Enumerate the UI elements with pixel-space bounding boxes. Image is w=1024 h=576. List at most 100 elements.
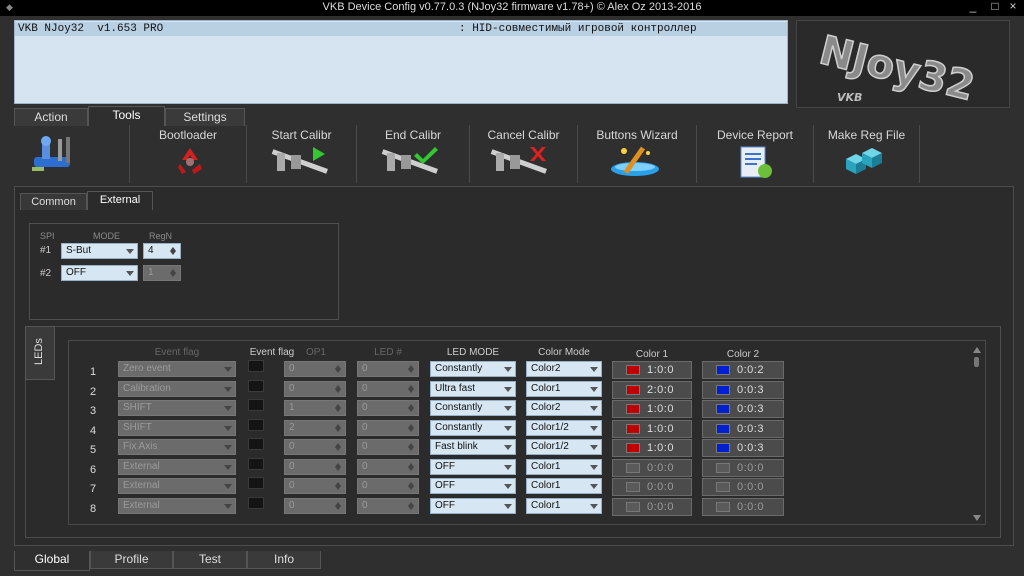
spin-down-icon[interactable]	[408, 447, 414, 451]
color-1-button[interactable]: 0:0:0	[612, 459, 692, 477]
led-op1-stepper[interactable]: 0	[284, 478, 346, 494]
device-list-item[interactable]: VKB NJoy32 v1.653 PRO : HID-совместимый …	[15, 22, 787, 36]
tab-common[interactable]: Common	[20, 193, 87, 210]
spin-down-icon[interactable]	[408, 506, 414, 510]
make-reg-file-button[interactable]: Make Reg File	[814, 125, 920, 183]
led-op1-stepper[interactable]: 0	[284, 439, 346, 455]
tab-settings[interactable]: Settings	[165, 108, 245, 126]
led-event-select[interactable]: External	[118, 498, 236, 514]
color-mode-select[interactable]: Color1/2	[526, 420, 602, 436]
joystick-tool-button[interactable]	[14, 125, 130, 183]
spin-down-icon[interactable]	[408, 467, 414, 471]
color-2-button[interactable]: 0:0:2	[702, 361, 784, 379]
spi-1-regn-stepper[interactable]: 4	[143, 243, 181, 259]
color-mode-select[interactable]: Color1	[526, 459, 602, 475]
color-mode-select[interactable]: Color2	[526, 400, 602, 416]
led-event-select[interactable]: External	[118, 478, 236, 494]
tab-leds[interactable]: LEDs	[25, 326, 55, 380]
spin-down-icon[interactable]	[335, 428, 341, 432]
color-1-button[interactable]: 1:0:0	[612, 439, 692, 457]
led-number-stepper[interactable]: 0	[357, 459, 419, 475]
spin-down-icon[interactable]	[335, 467, 341, 471]
color-2-button[interactable]: 0:0:3	[702, 439, 784, 457]
led-mode-select[interactable]: Constantly	[430, 420, 516, 436]
color-mode-select[interactable]: Color2	[526, 361, 602, 377]
color-2-button[interactable]: 0:0:0	[702, 498, 784, 516]
scroll-up-icon[interactable]	[973, 347, 981, 353]
color-2-button[interactable]: 0:0:3	[702, 420, 784, 438]
buttons-wizard-button[interactable]: Buttons Wizard	[578, 125, 697, 183]
spin-down-icon[interactable]	[335, 369, 341, 373]
color-mode-select[interactable]: Color1/2	[526, 439, 602, 455]
spin-down-icon[interactable]	[335, 506, 341, 510]
color-mode-select[interactable]: Color1	[526, 498, 602, 514]
scroll-thumb[interactable]	[974, 357, 979, 367]
color-1-button[interactable]: 0:0:0	[612, 478, 692, 496]
led-mode-select[interactable]: OFF	[430, 498, 516, 514]
spin-down-icon[interactable]	[335, 389, 341, 393]
tab-info[interactable]: Info	[247, 551, 321, 569]
spin-down-icon[interactable]	[335, 486, 341, 490]
end-calibr-button[interactable]: End Calibr	[357, 125, 470, 183]
led-event-flag-checkbox[interactable]	[248, 477, 264, 489]
led-event-select[interactable]: SHIFT	[118, 400, 236, 416]
led-scrollbar[interactable]	[971, 347, 983, 521]
led-number-stepper[interactable]: 0	[357, 381, 419, 397]
color-1-button[interactable]: 1:0:0	[612, 400, 692, 418]
tab-profile[interactable]: Profile	[90, 551, 173, 569]
led-number-stepper[interactable]: 0	[357, 439, 419, 455]
minimize-button[interactable]: _	[962, 0, 984, 14]
tab-tools[interactable]: Tools	[88, 106, 165, 126]
spin-down-icon[interactable]	[335, 447, 341, 451]
bootloader-button[interactable]: Bootloader	[130, 125, 247, 183]
led-mode-select[interactable]: Constantly	[430, 361, 516, 377]
color-mode-select[interactable]: Color1	[526, 381, 602, 397]
led-event-flag-checkbox[interactable]	[248, 399, 264, 411]
color-1-button[interactable]: 0:0:0	[612, 498, 692, 516]
led-number-stepper[interactable]: 0	[357, 498, 419, 514]
led-mode-select[interactable]: OFF	[430, 459, 516, 475]
color-2-button[interactable]: 0:0:3	[702, 400, 784, 418]
led-mode-select[interactable]: Fast blink	[430, 439, 516, 455]
spin-down-icon[interactable]	[170, 273, 176, 277]
device-list[interactable]: VKB NJoy32 v1.653 PRO : HID-совместимый …	[14, 20, 788, 104]
led-number-stepper[interactable]: 0	[357, 400, 419, 416]
led-event-flag-checkbox[interactable]	[248, 380, 264, 392]
led-number-stepper[interactable]: 0	[357, 420, 419, 436]
close-button[interactable]: ×	[1002, 0, 1024, 14]
color-1-button[interactable]: 1:0:0	[612, 361, 692, 379]
tab-action[interactable]: Action	[14, 108, 88, 126]
spin-down-icon[interactable]	[408, 369, 414, 373]
color-2-button[interactable]: 0:0:3	[702, 381, 784, 399]
tab-external[interactable]: External	[87, 191, 153, 210]
spin-down-icon[interactable]	[408, 486, 414, 490]
spin-down-icon[interactable]	[170, 251, 176, 255]
led-event-flag-checkbox[interactable]	[248, 497, 264, 509]
led-event-flag-checkbox[interactable]	[248, 419, 264, 431]
cancel-calibr-button[interactable]: Cancel Calibr	[470, 125, 578, 183]
color-2-button[interactable]: 0:0:0	[702, 478, 784, 496]
color-mode-select[interactable]: Color1	[526, 478, 602, 494]
led-event-flag-checkbox[interactable]	[248, 360, 264, 372]
led-mode-select[interactable]: OFF	[430, 478, 516, 494]
spi-1-mode-select[interactable]: S-But	[61, 243, 138, 259]
spi-2-regn-stepper[interactable]: 1	[143, 265, 181, 281]
led-op1-stepper[interactable]: 0	[284, 361, 346, 377]
led-op1-stepper[interactable]: 1	[284, 400, 346, 416]
led-event-select[interactable]: Zero event	[118, 361, 236, 377]
color-2-button[interactable]: 0:0:0	[702, 459, 784, 477]
led-mode-select[interactable]: Constantly	[430, 400, 516, 416]
tab-test[interactable]: Test	[173, 551, 247, 569]
device-report-button[interactable]: Device Report	[697, 125, 814, 183]
led-event-select[interactable]: Calibration	[118, 381, 236, 397]
led-event-flag-checkbox[interactable]	[248, 438, 264, 450]
spi-2-mode-select[interactable]: OFF	[61, 265, 138, 281]
led-event-select[interactable]: SHIFT	[118, 420, 236, 436]
color-1-button[interactable]: 2:0:0	[612, 381, 692, 399]
led-number-stepper[interactable]: 0	[357, 361, 419, 377]
led-op1-stepper[interactable]: 0	[284, 459, 346, 475]
led-event-select[interactable]: Fix Axis	[118, 439, 236, 455]
tab-global[interactable]: Global	[14, 551, 90, 571]
led-op1-stepper[interactable]: 0	[284, 498, 346, 514]
led-mode-select[interactable]: Ultra fast	[430, 381, 516, 397]
